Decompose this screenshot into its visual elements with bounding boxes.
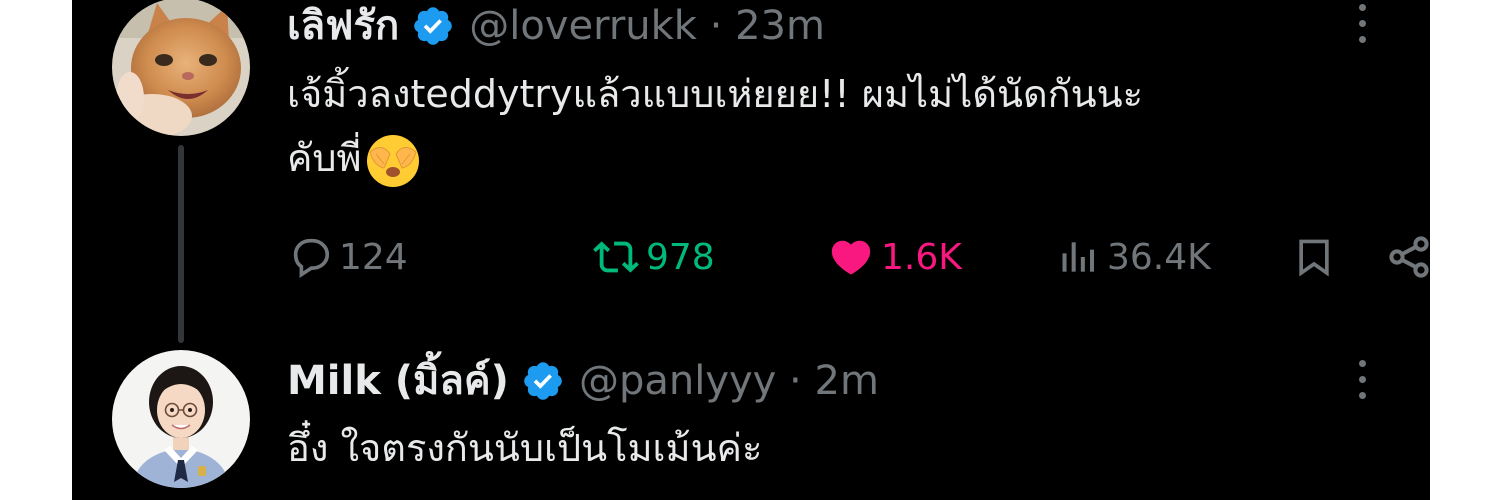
see-no-evil-face-emoji-icon: [364, 132, 422, 190]
views-bar-chart-icon: [1062, 242, 1095, 272]
retweet-button[interactable]: 978: [592, 226, 715, 288]
dot-separator: ·: [776, 358, 815, 404]
handle[interactable]: @loverrukk: [469, 2, 697, 50]
reply-button[interactable]: 124: [287, 226, 408, 288]
heart-icon: [831, 240, 871, 275]
share-button[interactable]: [1385, 226, 1430, 288]
view-count: 36.4K: [1107, 236, 1211, 278]
retweet-icon: [593, 241, 639, 273]
thread-connector-line: [178, 145, 184, 343]
like-count: 1.6K: [881, 236, 962, 278]
views-button[interactable]: 36.4K: [1057, 226, 1211, 288]
tweet-text-line-1: เจ้มิ้วลงteddytryแล้วแบบเห่ยยย!! ผมไม่ได…: [287, 72, 1144, 116]
tweet-header: Milk (มิ้ลค์) @panlyyy · 2m: [287, 357, 879, 405]
more-options-icon[interactable]: [1355, 0, 1369, 48]
bookmark-icon: [1299, 239, 1329, 277]
timestamp[interactable]: 2m: [815, 357, 879, 405]
tweet-text-line-2-words: คับพี่: [287, 136, 362, 180]
thread-view: เลิฟรัก @loverrukk · 23m เจ้มิ้วลงteddyt…: [72, 0, 1430, 500]
tweet-header: เลิฟรัก @loverrukk · 23m: [287, 2, 825, 50]
avatar-loverrukk[interactable]: [112, 0, 250, 136]
timestamp[interactable]: 23m: [735, 2, 825, 50]
avatar-panlyyy[interactable]: [112, 350, 250, 488]
verified-badge-icon: [521, 359, 565, 403]
reply-count: 124: [339, 236, 408, 278]
share-icon: [1389, 236, 1429, 278]
retweet-count: 978: [646, 236, 715, 278]
tweet-text-line-2: คับพี่: [287, 128, 422, 190]
tweet-text-line-1: อึ๋ง ใจตรงกันนับเป็นโมเม้นค่ะ: [287, 426, 763, 470]
dot-separator: ·: [696, 3, 736, 49]
handle[interactable]: @panlyyy: [579, 357, 776, 405]
reply-icon: [293, 238, 330, 278]
bookmark-button[interactable]: [1292, 226, 1336, 288]
verified-badge-icon: [411, 4, 455, 48]
more-options-icon[interactable]: [1355, 356, 1369, 404]
display-name[interactable]: เลิฟรัก: [287, 2, 399, 50]
tweet-action-bar: 124 978 1.6K 36.4K: [287, 226, 1429, 288]
like-button[interactable]: 1.6K: [827, 226, 962, 288]
display-name[interactable]: Milk (มิ้ลค์): [287, 357, 509, 405]
